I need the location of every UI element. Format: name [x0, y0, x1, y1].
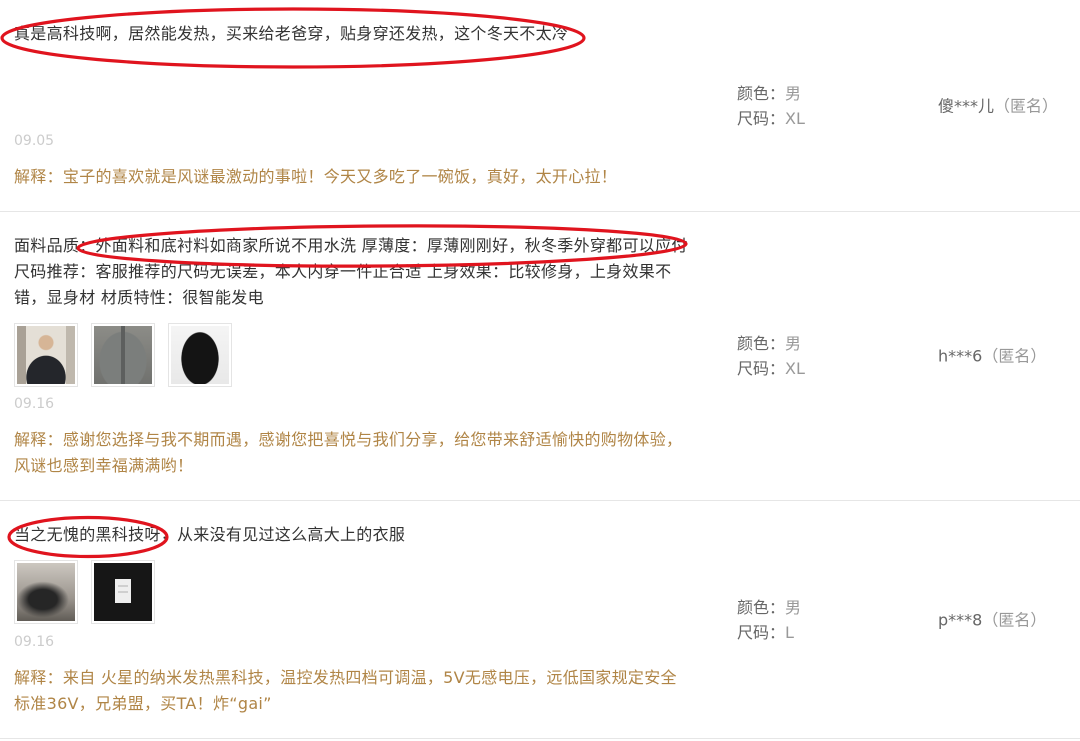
sku-color: 颜色：男 [737, 331, 805, 356]
review-content-wrap: 当之无愧的黑科技呀，从来没有见过这么高大上的衣服 [14, 522, 690, 625]
seller-reply: 解释：来自 火星的纳米发热黑科技，温控发热四档可调温，5V无感电压，远低国家规定… [14, 668, 677, 713]
review-row: 当之无愧的黑科技呀，从来没有见过这么高大上的衣服 09.16 解释：来自 火星的… [0, 501, 1080, 739]
anonymous-tag: （匿名） [982, 346, 1047, 366]
sku-color-label: 颜色： [737, 83, 786, 103]
reviewer-name: 傻***儿 [938, 96, 995, 115]
review-date: 09.16 [14, 396, 55, 412]
sku-size: 尺码：XL [737, 356, 805, 381]
sku-size-label: 尺码： [737, 622, 786, 642]
seller-reply: 解释：感谢您选择与我不期而遇，感谢您把喜悦与我们分享，给您带来舒适愉快的购物体验… [14, 430, 683, 475]
review-row: 面料品质：外面料和底衬料如商家所说不用水洗 厚薄度：厚薄刚刚好，秋冬季外穿都可以… [0, 212, 1080, 501]
sku-size-value: XL [785, 359, 805, 378]
review-content-wrap: 面料品质：外面料和底衬料如商家所说不用水洗 厚薄度：厚薄刚刚好，秋冬季外穿都可以… [14, 233, 690, 387]
review-photo[interactable] [168, 323, 232, 387]
review-main: 当之无愧的黑科技呀，从来没有见过这么高大上的衣服 09.16 解释：来自 火星的… [14, 522, 690, 717]
sku-color-label: 颜色： [737, 334, 786, 353]
review-photos [14, 560, 690, 624]
reviewer: h***6（匿名） [938, 344, 1046, 369]
reviewer: p***8（匿名） [938, 607, 1046, 632]
sku-color-label: 颜色： [737, 597, 786, 617]
review-date: 09.05 [14, 133, 55, 149]
review-photo[interactable] [91, 560, 155, 624]
sku-color: 颜色：男 [737, 81, 805, 106]
sku-size-label: 尺码： [737, 359, 786, 378]
review-list: 真是高科技啊，居然能发热，买来给老爸穿，贴身穿还发热，这个冬天不太冷 09.05… [0, 0, 1080, 739]
review-date: 09.16 [14, 634, 55, 650]
review-main: 面料品质：外面料和底衬料如商家所说不用水洗 厚薄度：厚薄刚刚好，秋冬季外穿都可以… [14, 233, 690, 479]
sku-color: 颜色：男 [737, 595, 801, 620]
sku-info: 颜色：男 尺码：XL [737, 331, 805, 381]
sku-info: 颜色：男 尺码：L [737, 595, 801, 645]
sku-size-label: 尺码： [737, 108, 786, 128]
reviewer: 傻***儿（匿名） [938, 93, 1058, 118]
review-text: 真是高科技啊，居然能发热，买来给老爸穿，贴身穿还发热，这个冬天不太冷 [14, 24, 569, 43]
sku-color-value: 男 [785, 334, 802, 353]
anonymous-tag: （匿名） [982, 610, 1047, 629]
review-photos [14, 323, 690, 387]
review-text: 当之无愧的黑科技呀，从来没有见过这么高大上的衣服 [14, 525, 406, 544]
anonymous-tag: （匿名） [994, 96, 1059, 115]
reviewer-name: h***6 [938, 346, 983, 366]
sku-size: 尺码：XL [737, 106, 805, 131]
review-main: 真是高科技啊，居然能发热，买来给老爸穿，贴身穿还发热，这个冬天不太冷 09.05… [14, 21, 690, 190]
review-photo[interactable] [14, 560, 78, 624]
sku-info: 颜色：男 尺码：XL [737, 81, 805, 131]
seller-reply: 解释：宝子的喜欢就是风谜最激动的事啦！今天又多吃了一碗饭，真好，太开心拉！ [14, 167, 618, 186]
sku-color-value: 男 [785, 597, 802, 617]
sku-size: 尺码：L [737, 620, 801, 645]
sku-size-value: L [785, 622, 794, 642]
sku-size-value: XL [785, 108, 805, 128]
review-photo[interactable] [91, 323, 155, 387]
review-text: 面料品质：外面料和底衬料如商家所说不用水洗 厚薄度：厚薄刚刚好，秋冬季外穿都可以… [14, 236, 688, 307]
review-photo[interactable] [14, 323, 78, 387]
review-content-wrap: 真是高科技啊，居然能发热，买来给老爸穿，贴身穿还发热，这个冬天不太冷 [14, 21, 690, 124]
reviewer-name: p***8 [938, 610, 983, 629]
sku-color-value: 男 [785, 83, 802, 103]
review-row: 真是高科技啊，居然能发热，买来给老爸穿，贴身穿还发热，这个冬天不太冷 09.05… [0, 0, 1080, 212]
